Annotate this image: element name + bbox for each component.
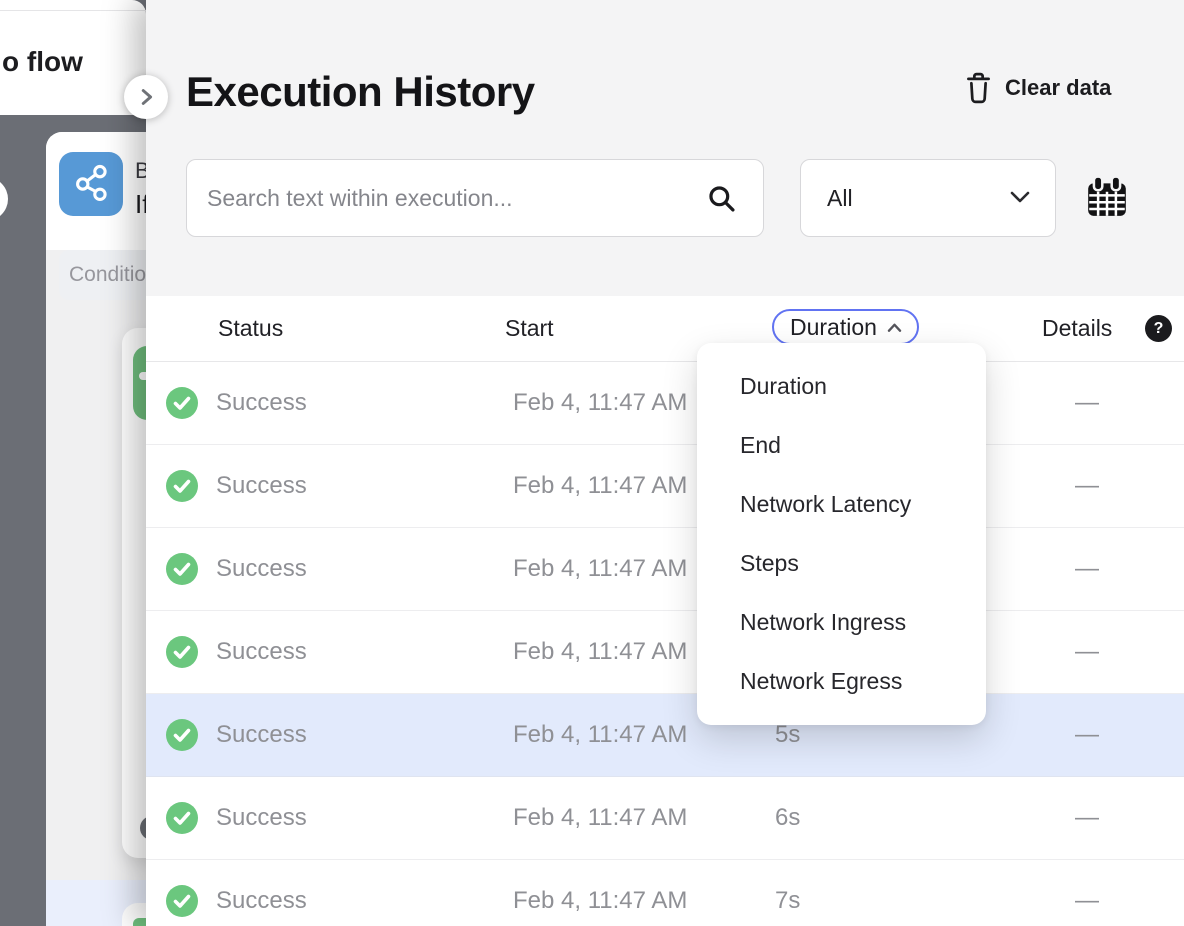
start-cell: Feb 4, 11:47 AM (513, 777, 687, 859)
menu-item-steps[interactable]: Steps (697, 534, 986, 593)
start-cell: Feb 4, 11:47 AM (513, 528, 687, 610)
menu-item-network-egress[interactable]: Network Egress (697, 652, 986, 711)
table-row-selected[interactable]: Success Feb 4, 11:47 AM 5s — (146, 694, 1184, 777)
menu-item-network-ingress[interactable]: Network Ingress (697, 593, 986, 652)
details-cell: — (1075, 860, 1099, 926)
details-cell: — (1075, 362, 1099, 444)
table-row[interactable]: Success Feb 4, 11:47 AM 7s — (146, 860, 1184, 926)
status-cell: Success (216, 860, 307, 926)
table-row[interactable]: Success Feb 4, 11:47 AM 6s — (146, 777, 1184, 860)
share-icon (69, 162, 113, 206)
table-row[interactable]: Success Feb 4, 11:47 AM — (146, 362, 1184, 445)
clear-data-button[interactable]: Clear data (964, 72, 1111, 104)
status-filter-value: All (827, 160, 853, 236)
details-cell: — (1075, 528, 1099, 610)
status-cell: Success (216, 528, 307, 610)
success-icon (166, 719, 198, 751)
start-cell: Feb 4, 11:47 AM (513, 445, 687, 527)
start-cell: Feb 4, 11:47 AM (513, 611, 687, 693)
date-range-button[interactable] (1084, 174, 1130, 220)
flow-breadcrumb[interactable]: o flow (2, 46, 83, 78)
success-icon (166, 387, 198, 419)
status-filter-select[interactable]: All (800, 159, 1056, 237)
duration-cell: 6s (775, 777, 800, 859)
column-header-status: Status (218, 296, 283, 360)
chevron-up-icon (886, 322, 903, 333)
menu-item-end[interactable]: End (697, 416, 986, 475)
search-icon[interactable] (707, 184, 737, 219)
details-cell: — (1075, 694, 1099, 776)
trash-icon (964, 72, 993, 104)
success-icon (166, 553, 198, 585)
branch-node-icon[interactable] (59, 152, 123, 216)
collapse-panel-button[interactable] (124, 75, 168, 119)
table-row[interactable]: Success Feb 4, 11:47 AM — (146, 611, 1184, 694)
success-icon (166, 802, 198, 834)
execution-history-panel: Execution History Clear data All (146, 0, 1184, 926)
table-row[interactable]: Success Feb 4, 11:47 AM — (146, 445, 1184, 528)
details-cell: — (1075, 611, 1099, 693)
details-cell: — (1075, 777, 1099, 859)
calendar-icon (1084, 174, 1130, 220)
search-input[interactable] (207, 160, 707, 236)
search-box (186, 159, 764, 237)
executions-table: Status Start Duration Details ? Success … (146, 296, 1184, 926)
toolbar-divider (0, 10, 146, 11)
chevron-right-icon (135, 86, 157, 108)
success-icon (166, 636, 198, 668)
column-header-duration-sort[interactable]: Duration (772, 309, 919, 345)
help-icon[interactable]: ? (1145, 315, 1172, 342)
clear-data-label: Clear data (1005, 75, 1111, 101)
status-cell: Success (216, 694, 307, 776)
menu-item-duration[interactable]: Duration (697, 357, 986, 416)
start-cell: Feb 4, 11:47 AM (513, 694, 687, 776)
status-cell: Success (216, 611, 307, 693)
column-header-details: Details (1042, 296, 1112, 360)
status-cell: Success (216, 445, 307, 527)
success-icon (166, 470, 198, 502)
details-cell: — (1075, 445, 1099, 527)
sort-dropdown-menu: Duration End Network Latency Steps Netwo… (697, 343, 986, 725)
duration-sort-label: Duration (790, 311, 877, 343)
table-header-row: Status Start Duration Details ? (146, 296, 1184, 362)
start-cell: Feb 4, 11:47 AM (513, 362, 687, 444)
duration-cell: 7s (775, 860, 800, 926)
table-row[interactable]: Success Feb 4, 11:47 AM — (146, 528, 1184, 611)
start-cell: Feb 4, 11:47 AM (513, 860, 687, 926)
chevron-down-icon (1009, 190, 1031, 209)
success-icon (166, 885, 198, 917)
status-cell: Success (216, 362, 307, 444)
column-header-start: Start (505, 296, 554, 360)
status-cell: Success (216, 777, 307, 859)
page-title: Execution History (186, 68, 535, 116)
menu-item-network-latency[interactable]: Network Latency (697, 475, 986, 534)
